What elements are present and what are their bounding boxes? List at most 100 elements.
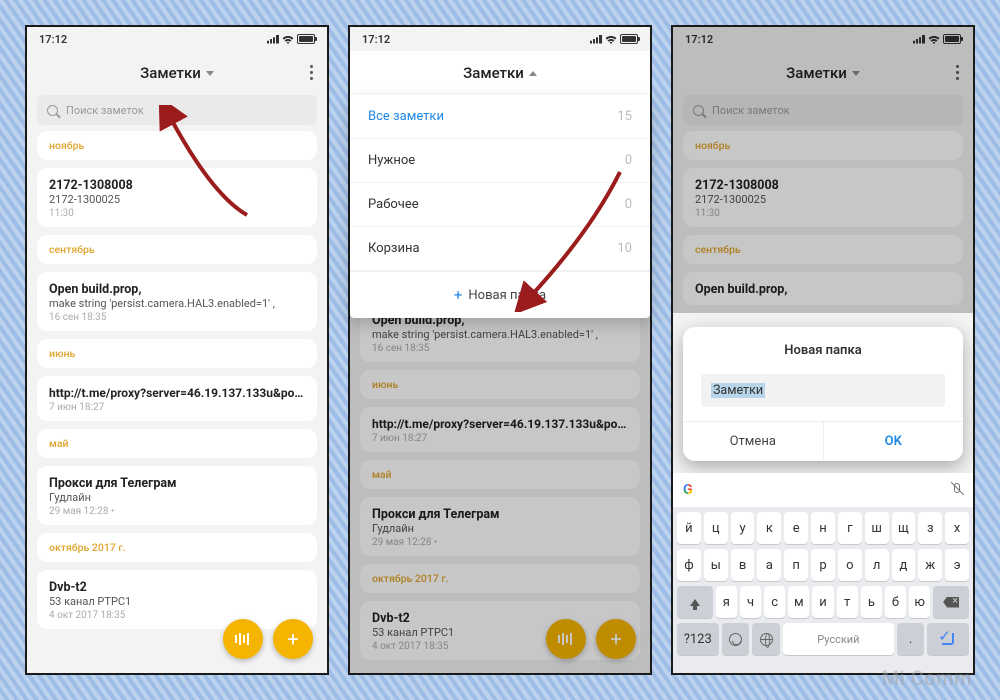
note-item: Open build.prop, (683, 272, 963, 305)
letter-key[interactable]: ы (704, 549, 728, 581)
folder-item-all[interactable]: Все заметки15 (350, 95, 650, 139)
letter-key[interactable]: н (811, 512, 835, 544)
backspace-icon (943, 597, 959, 608)
letter-key[interactable]: ь (861, 586, 882, 618)
status-bar: 17:12 (350, 27, 650, 51)
overflow-menu-button (956, 65, 959, 80)
letter-key[interactable]: к (757, 512, 781, 544)
new-note-fab[interactable]: + (273, 619, 313, 659)
mic-off-icon[interactable] (949, 483, 963, 497)
letter-key[interactable]: а (757, 549, 781, 581)
month-header: октябрь 2017 г. (360, 564, 640, 593)
folder-item[interactable]: Рабочее0 (350, 183, 650, 227)
note-item: 2172-1308008 2172-1300025 11:30 (683, 168, 963, 227)
letter-key[interactable]: п (784, 549, 808, 581)
search-placeholder: Поиск заметок (712, 104, 790, 117)
folder-dropdown: Все заметки15 Нужное0 Рабочее0 Корзина10… (350, 95, 650, 318)
letter-key[interactable]: я (716, 586, 737, 618)
page-title: Заметки (140, 64, 201, 82)
letter-key[interactable]: р (811, 549, 835, 581)
signal-icon (267, 35, 279, 44)
letter-key[interactable]: щ (892, 512, 916, 544)
month-header: ноябрь (683, 131, 963, 160)
wifi-icon (282, 34, 294, 44)
period-key[interactable]: . (897, 623, 925, 655)
note-item: http://t.me/proxy?server=46.19.137.133u&… (360, 407, 640, 452)
clock: 17:12 (362, 33, 390, 46)
letter-key[interactable]: ж (918, 549, 942, 581)
letter-key[interactable]: ч (740, 586, 761, 618)
phone-screen-1: 17:12 Заметки Поиск заметок ноябрь 2172-… (25, 25, 329, 675)
enter-key[interactable] (927, 623, 969, 655)
note-item[interactable]: 2172-1308008 2172-1300025 11:30 (37, 168, 317, 227)
month-header: июнь (37, 339, 317, 368)
search-input[interactable]: Поиск заметок (37, 95, 317, 125)
status-bar: 17:12 (673, 27, 973, 51)
backspace-key[interactable] (933, 586, 969, 618)
search-icon (693, 105, 704, 116)
letter-key[interactable]: о (838, 549, 862, 581)
title-dropdown[interactable]: Заметки (463, 64, 537, 82)
ok-button[interactable]: OK (824, 422, 964, 461)
note-item[interactable]: Прокси для Телеграм Гудлайн 29 мая 12:28… (37, 466, 317, 525)
letter-key[interactable]: ю (909, 586, 930, 618)
language-key[interactable] (752, 623, 780, 655)
notes-list: ноябрь 2172-1308008 2172-1300025 11:30 с… (27, 131, 327, 673)
check-icon (942, 633, 954, 645)
emoji-key[interactable] (722, 623, 750, 655)
wifi-icon (605, 34, 617, 44)
battery-icon (620, 34, 638, 44)
numeric-key[interactable]: ?123 (677, 623, 719, 655)
letter-key[interactable]: й (677, 512, 701, 544)
letter-key[interactable]: в (731, 549, 755, 581)
letter-key[interactable]: ш (865, 512, 889, 544)
letter-key[interactable]: с (764, 586, 785, 618)
month-header: май (360, 460, 640, 489)
wifi-icon (928, 34, 940, 44)
note-item: Прокси для Телеграм Гудлайн 29 мая 12:28… (360, 497, 640, 556)
month-header: ноябрь (37, 131, 317, 160)
overflow-menu-button[interactable] (310, 65, 313, 80)
new-folder-dialog: Новая папка Заметки Отмена OK (683, 327, 963, 461)
voice-note-fab[interactable] (546, 619, 586, 659)
letter-key[interactable]: д (892, 549, 916, 581)
title-dropdown[interactable]: Заметки (140, 64, 214, 82)
status-bar: 17:12 (27, 27, 327, 51)
spacebar-key[interactable]: Русский (783, 623, 894, 655)
letter-key[interactable]: и (812, 586, 833, 618)
note-item[interactable]: Open build.prop, make string 'persist.ca… (37, 272, 317, 331)
new-note-fab[interactable]: + (596, 619, 636, 659)
cancel-button[interactable]: Отмена (683, 422, 824, 461)
app-header: Заметки (673, 51, 973, 95)
letter-key[interactable]: б (885, 586, 906, 618)
letter-key[interactable]: л (865, 549, 889, 581)
emoji-icon (729, 633, 742, 646)
letter-key[interactable]: з (918, 512, 942, 544)
note-item[interactable]: http://t.me/proxy?server=46.19.137.133u&… (37, 376, 317, 421)
letter-key[interactable]: ц (704, 512, 728, 544)
folder-item-trash[interactable]: Корзина10 (350, 227, 650, 271)
page-title: Заметки (786, 64, 847, 82)
letter-key[interactable]: т (837, 586, 858, 618)
new-folder-button[interactable]: +Новая папка (350, 271, 650, 318)
clock: 17:12 (685, 33, 713, 46)
battery-icon (297, 34, 315, 44)
folder-name-input[interactable]: Заметки (701, 374, 945, 407)
letter-key[interactable]: м (788, 586, 809, 618)
battery-icon (943, 34, 961, 44)
phone-screen-2: 17:12 Заметки Open build.prop, make stri… (348, 25, 652, 675)
folder-item[interactable]: Нужное0 (350, 139, 650, 183)
voice-note-fab[interactable] (223, 619, 263, 659)
letter-key[interactable]: е (784, 512, 808, 544)
month-header: июнь (360, 370, 640, 399)
letter-key[interactable]: ф (677, 549, 701, 581)
shift-key[interactable] (677, 586, 713, 618)
letter-key[interactable]: э (945, 549, 969, 581)
signal-icon (590, 35, 602, 44)
letter-key[interactable]: х (945, 512, 969, 544)
month-header: октябрь 2017 г. (37, 533, 317, 562)
letter-key[interactable]: у (731, 512, 755, 544)
letter-key[interactable]: г (838, 512, 862, 544)
google-logo-icon[interactable]: G (683, 482, 693, 498)
globe-icon (760, 633, 773, 646)
